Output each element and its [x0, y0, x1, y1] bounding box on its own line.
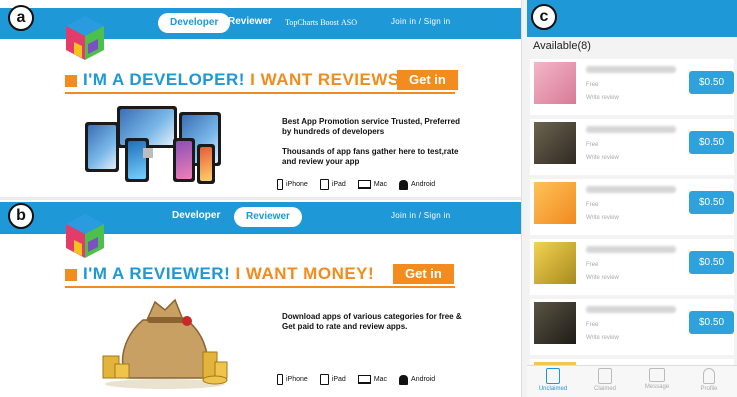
write-review-label: Write review: [586, 95, 619, 101]
ipad-icon: [319, 179, 329, 190]
app-thumbnail: [534, 62, 576, 104]
headline-text: I'M A REVIEWER! I WANT MONEY!: [83, 264, 374, 284]
app-list-item[interactable]: Free Write review $0.50: [530, 119, 734, 175]
app-name-blurred: [586, 186, 676, 193]
headline-row: I'M A DEVELOPER! I WANT REVIEWS! Get in: [65, 70, 520, 98]
developer-description: Best App Promotion service Trusted, Pref…: [282, 117, 462, 177]
developer-panel: Developer Reviewer TopCharts Boost ASO J…: [0, 0, 521, 197]
nav-reviewer-tab[interactable]: Reviewer: [228, 16, 272, 27]
app-list-item[interactable]: Free Write review $0.50: [530, 239, 734, 295]
write-review-label: Write review: [586, 215, 619, 221]
write-review-label: Write review: [586, 275, 619, 281]
mobile-header: [527, 0, 737, 37]
available-count: Available(8): [533, 40, 591, 52]
panel-label-badge: b: [8, 203, 34, 229]
headline-orange: I WANT MONEY!: [235, 264, 375, 283]
platform-iphone: iPhone: [277, 374, 308, 385]
claim-reward-button[interactable]: $0.50: [689, 191, 734, 214]
description-line-1: Best App Promotion service Trusted, Pref…: [282, 117, 460, 136]
app-list-item[interactable]: Free Write review $0.50: [530, 179, 734, 235]
document-icon: [598, 368, 612, 384]
app-list-item[interactable]: Free Write review $0.50: [530, 299, 734, 355]
headline-underline: [65, 286, 455, 288]
platform-mac: Mac: [357, 180, 387, 189]
iphone-icon: [277, 374, 283, 385]
price-tag: Free: [586, 202, 599, 208]
android-icon: [399, 179, 409, 190]
tab-claimed[interactable]: Claimed: [579, 368, 631, 392]
app-name-blurred: [586, 306, 676, 313]
platform-android: Android: [399, 374, 435, 385]
money-bag-illustration: [102, 298, 228, 389]
reviewer-panel: Developer Reviewer Join in / Sign in b I…: [0, 200, 521, 397]
nav-developer-tab[interactable]: Developer: [158, 13, 231, 33]
headline-row: I'M A REVIEWER! I WANT MONEY! Get in: [65, 264, 520, 292]
claim-reward-button[interactable]: $0.50: [689, 311, 734, 334]
devices-illustration: [85, 102, 235, 192]
profile-icon: [703, 368, 715, 384]
claim-reward-button[interactable]: $0.50: [689, 71, 734, 94]
bottom-tab-bar: Unclaimed Claimed Message Profile: [527, 365, 737, 397]
price-tag: Free: [586, 82, 599, 88]
app-thumbnail: [534, 302, 576, 344]
platform-ipad: iPad: [319, 374, 346, 385]
list-icon: [546, 368, 560, 384]
get-in-button[interactable]: Get in: [393, 264, 454, 284]
app-name-blurred: [586, 66, 676, 73]
panel-label-badge: a: [8, 5, 34, 31]
available-header: Available(8): [527, 37, 737, 55]
ipad-icon: [319, 374, 329, 385]
headline-underline: [65, 92, 455, 94]
claim-reward-button[interactable]: $0.50: [689, 131, 734, 154]
nav-topcharts-link[interactable]: TopCharts Boost: [285, 18, 339, 27]
platform-list: iPhone iPad Mac Android: [277, 374, 443, 385]
description-line-1: Download apps of various categories for …: [282, 312, 462, 331]
screenshot-root: Developer Reviewer TopCharts Boost ASO J…: [0, 0, 737, 397]
iphone-icon: [277, 179, 283, 190]
price-tag: Free: [586, 322, 599, 328]
nav-developer-tab[interactable]: Developer: [172, 210, 220, 221]
envelope-icon: [649, 368, 665, 382]
platform-android: Android: [399, 179, 435, 190]
headline-text: I'M A DEVELOPER! I WANT REVIEWS!: [83, 70, 406, 90]
claim-reward-button[interactable]: $0.50: [689, 251, 734, 274]
mobile-app-panel: c Available(8) Free Write review $0.50 F…: [527, 0, 737, 397]
app-name-blurred: [586, 126, 676, 133]
app-thumbnail: [534, 122, 576, 164]
orange-square-icon: [65, 269, 77, 281]
tab-profile[interactable]: Profile: [683, 368, 735, 392]
app-name-blurred: [586, 246, 676, 253]
tab-unclaimed[interactable]: Unclaimed: [527, 368, 579, 392]
panel-label-badge: c: [531, 4, 557, 30]
nav-reviewer-tab[interactable]: Reviewer: [234, 207, 302, 227]
app-logo-icon: [66, 16, 104, 60]
app-thumbnail: [534, 182, 576, 224]
price-tag: Free: [586, 142, 599, 148]
headline-orange: I WANT REVIEWS!: [250, 70, 406, 89]
platform-iphone: iPhone: [277, 179, 308, 190]
orange-square-icon: [65, 75, 77, 87]
android-icon: [399, 374, 409, 385]
platform-mac: Mac: [357, 375, 387, 384]
platform-list: iPhone iPad Mac Android: [277, 179, 443, 190]
mac-icon: [357, 375, 371, 384]
mac-icon: [357, 180, 371, 189]
tab-message[interactable]: Message: [631, 368, 683, 390]
headline-blue: I'M A REVIEWER!: [83, 264, 231, 283]
price-tag: Free: [586, 262, 599, 268]
description-line-2: Thousands of app fans gather here to tes…: [282, 147, 459, 166]
app-list-item[interactable]: Free Write review $0.50: [530, 59, 734, 115]
join-signin-link[interactable]: Join in / Sign in: [391, 211, 450, 220]
platform-ipad: iPad: [319, 179, 346, 190]
write-review-label: Write review: [586, 155, 619, 161]
app-logo-icon: [66, 214, 104, 258]
headline-blue: I'M A DEVELOPER!: [83, 70, 245, 89]
nav-aso-link[interactable]: ASO: [341, 18, 357, 27]
get-in-button[interactable]: Get in: [397, 70, 458, 90]
write-review-label: Write review: [586, 335, 619, 341]
app-thumbnail: [534, 242, 576, 284]
reviewer-description: Download apps of various categories for …: [282, 312, 467, 342]
join-signin-link[interactable]: Join in / Sign in: [391, 17, 450, 26]
